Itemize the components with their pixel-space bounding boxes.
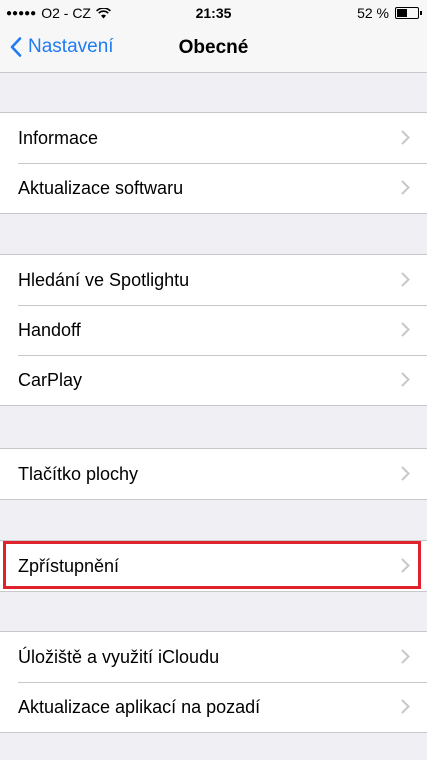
row-label: Hledání ve Spotlightu <box>18 270 190 290</box>
navigation-bar: Nastavení Obecné <box>0 26 427 73</box>
row-label: Aktualizace aplikací na pozadí <box>18 697 261 717</box>
settings-group-1: Informace Aktualizace softwaru <box>0 112 427 214</box>
status-bar: ●●●●● O2 - CZ 21:35 52 % <box>0 0 427 26</box>
page-title: Obecné <box>178 37 249 58</box>
settings-row-carplay[interactable]: CarPlay <box>0 355 427 405</box>
row-label: Zpřístupnění <box>18 556 120 576</box>
settings-group-5: Úložiště a využití iCloudu Aktualizace a… <box>0 631 427 733</box>
chevron-right-icon <box>401 466 410 481</box>
chevron-right-icon <box>401 558 410 573</box>
settings-row-uloziste-icloud[interactable]: Úložiště a využití iCloudu <box>0 632 427 682</box>
row-label: CarPlay <box>18 370 83 390</box>
settings-group-3: Tlačítko plochy <box>0 448 427 500</box>
settings-row-hledani-ve-spotlightu[interactable]: Hledání ve Spotlightu <box>0 255 427 305</box>
battery-icon <box>395 7 422 19</box>
row-label: Tlačítko plochy <box>18 464 139 484</box>
settings-row-zpristupneni[interactable]: Zpřístupnění <box>0 541 427 591</box>
chevron-right-icon <box>401 699 410 714</box>
status-right: 52 % <box>357 5 422 21</box>
settings-row-handoff[interactable]: Handoff <box>0 305 427 355</box>
chevron-right-icon <box>401 649 410 664</box>
chevron-right-icon <box>401 372 410 387</box>
battery-percent: 52 % <box>357 5 389 21</box>
row-label: Handoff <box>18 320 81 340</box>
settings-row-aktualizace-softwaru[interactable]: Aktualizace softwaru <box>0 163 427 213</box>
row-label: Informace <box>18 128 99 148</box>
settings-row-informace[interactable]: Informace <box>0 113 427 163</box>
row-label: Úložiště a využití iCloudu <box>18 647 220 667</box>
settings-group-2: Hledání ve Spotlightu Handoff CarPlay <box>0 254 427 406</box>
settings-row-tlacitko-plochy[interactable]: Tlačítko plochy <box>0 449 427 499</box>
chevron-right-icon <box>401 180 410 195</box>
row-label: Aktualizace softwaru <box>18 178 184 198</box>
chevron-right-icon <box>401 272 410 287</box>
battery-fill <box>397 9 408 17</box>
settings-group-4: Zpřístupnění <box>0 540 427 592</box>
settings-row-aktualizace-aplikaci-na-pozadi[interactable]: Aktualizace aplikací na pozadí <box>0 682 427 732</box>
chevron-right-icon <box>401 130 410 145</box>
chevron-right-icon <box>401 322 410 337</box>
